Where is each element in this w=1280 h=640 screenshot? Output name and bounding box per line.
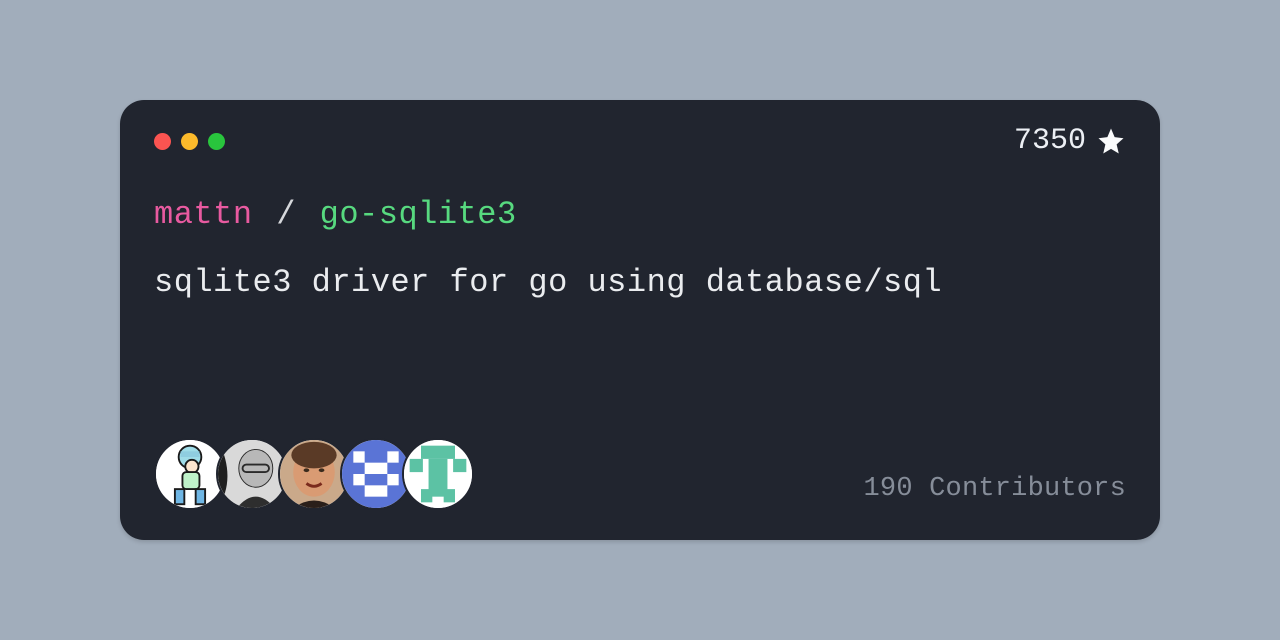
contributor-avatars bbox=[154, 438, 474, 510]
close-icon[interactable] bbox=[154, 133, 171, 150]
stars-value: 7350 bbox=[1014, 124, 1086, 158]
contributors-count: 190 bbox=[864, 474, 913, 504]
traffic-lights bbox=[154, 133, 225, 150]
card-footer: 190 Contributors bbox=[154, 438, 1126, 510]
minimize-icon[interactable] bbox=[181, 133, 198, 150]
star-icon bbox=[1096, 126, 1126, 156]
repo-separator: / bbox=[276, 196, 296, 233]
repo-name[interactable]: go-sqlite3 bbox=[320, 196, 517, 233]
contributors-suffix: Contributors bbox=[929, 474, 1126, 504]
repo-card: 7350 mattn / go-sqlite3 sqlite3 driver f… bbox=[120, 100, 1160, 540]
maximize-icon[interactable] bbox=[208, 133, 225, 150]
repo-description: sqlite3 driver for go using database/sql bbox=[154, 261, 1126, 304]
repo-owner[interactable]: mattn bbox=[154, 196, 253, 233]
contributors-label: 190 Contributors bbox=[864, 474, 1126, 510]
titlebar: 7350 bbox=[154, 128, 1126, 154]
star-count: 7350 bbox=[1014, 124, 1126, 158]
avatar[interactable] bbox=[402, 438, 474, 510]
repo-title: mattn / go-sqlite3 bbox=[154, 196, 1126, 233]
